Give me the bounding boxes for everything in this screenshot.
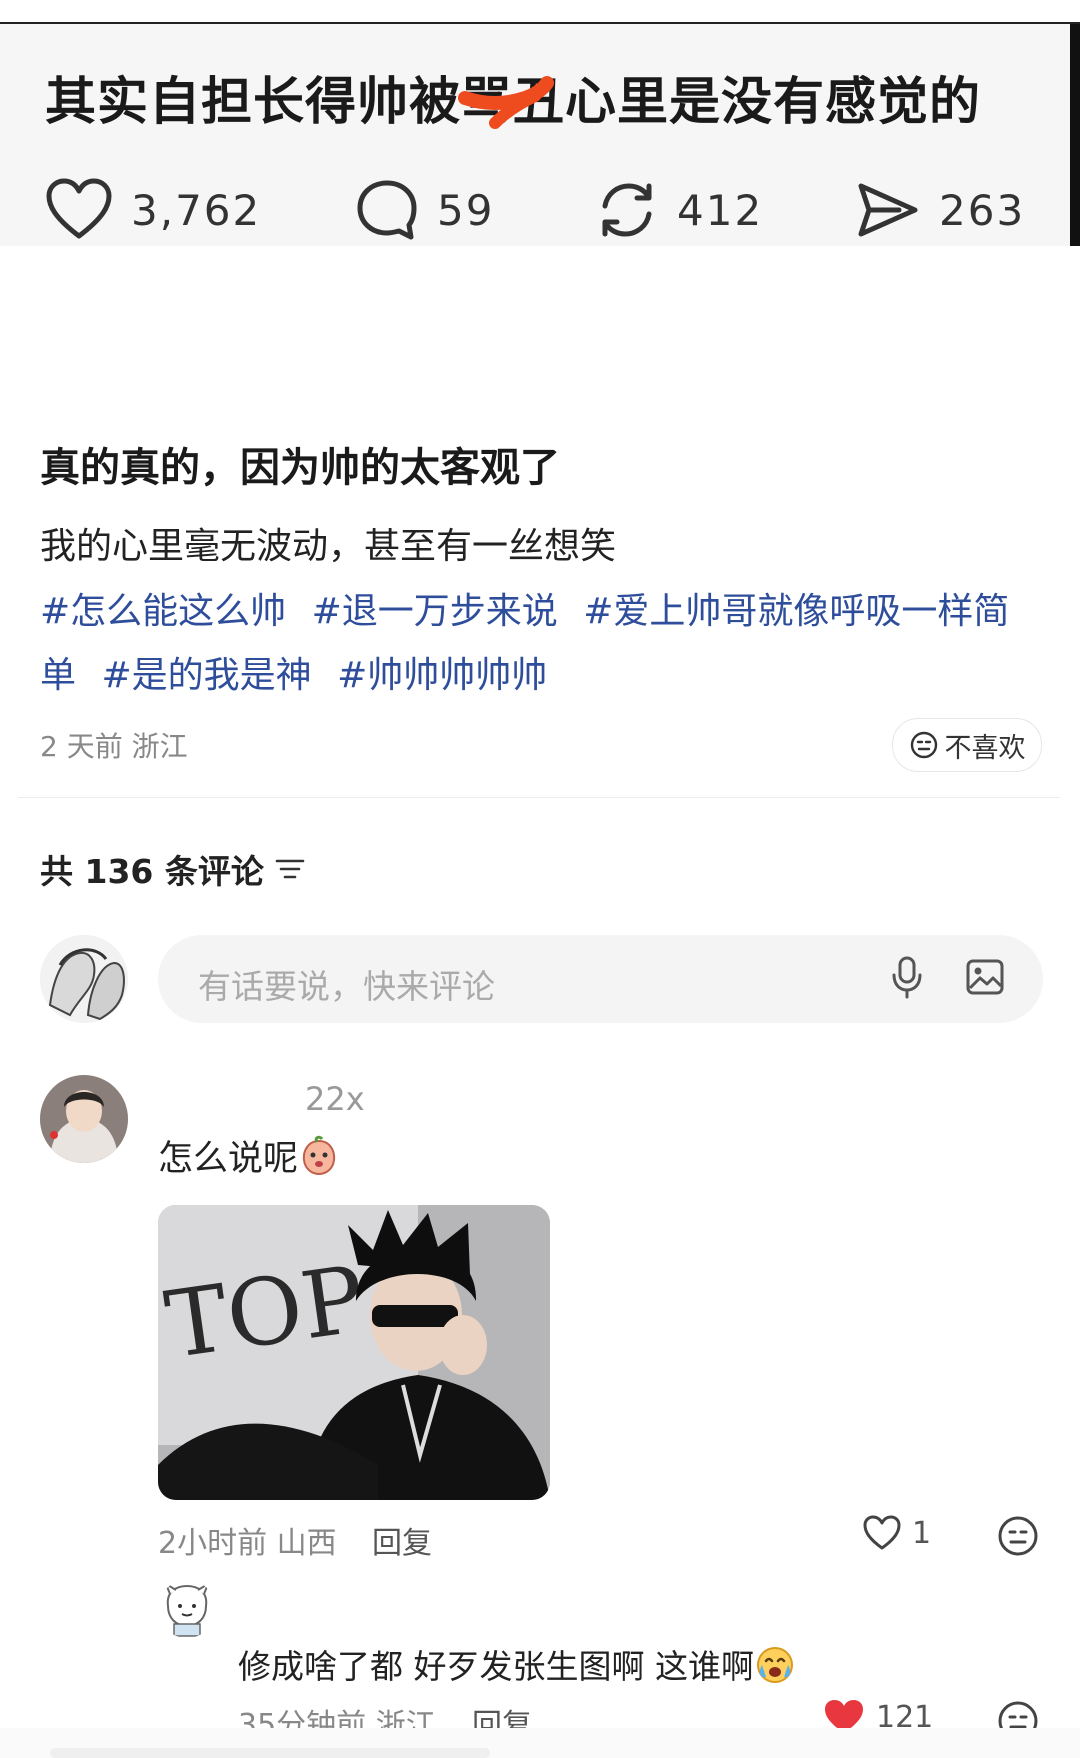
comment-like-button[interactable]: 1 [862, 1515, 931, 1551]
my-avatar [40, 935, 128, 1023]
crying-emoji-icon [756, 1647, 793, 1683]
comment-input-placeholder: 有话要说，快来评论 [198, 967, 495, 1006]
share-arrow-icon [858, 183, 918, 237]
dislike-label: 不喜欢 [944, 732, 1026, 764]
heart-icon [863, 1515, 901, 1550]
comment-attached-image[interactable]: TOP [158, 1205, 550, 1500]
commenter-avatar[interactable] [158, 1580, 216, 1638]
mic-icon[interactable] [890, 955, 924, 999]
heart-icon [46, 178, 112, 239]
comment-text-content: 修成啥了都 好歹发张生图啊 这谁啊 [238, 1647, 754, 1686]
repost-icon [602, 183, 652, 237]
dislike-button[interactable]: 不喜欢 [892, 718, 1042, 772]
cartoon-avatar-image [158, 1580, 216, 1638]
hashtag-link[interactable]: #怎么能这么帅 [40, 591, 286, 632]
filter-icon[interactable] [274, 856, 306, 882]
comment-text: 怎么说呢 [158, 1130, 340, 1181]
post-body: 我的心里毫无波动，甚至有一丝想笑 [40, 526, 617, 567]
like-button[interactable]: 3,762 [45, 170, 261, 250]
peach-emoji-icon [302, 1135, 336, 1175]
post-stats-bar: 3,762 59 412 263 [45, 170, 1055, 250]
comments-header: 共 136 条评论 [40, 845, 306, 893]
neutral-face-icon[interactable] [997, 1515, 1039, 1557]
like-count: 3,762 [131, 185, 262, 235]
commenter-avatar[interactable] [40, 1075, 128, 1163]
reply-button[interactable]: 回复 [372, 1518, 432, 1562]
avatar-photo [40, 1075, 128, 1163]
share-count: 263 [939, 185, 1026, 235]
post-tags: #怎么能这么帅 #退一万步来说 #爱上帅哥就像呼吸一样简单 #是的我是神 #帅帅… [40, 580, 1040, 708]
comment-count: 59 [437, 185, 495, 235]
red-scribble-annotation [458, 76, 554, 129]
comment-text-content: 怎么说呢 [158, 1139, 299, 1179]
comment-bubble-icon [357, 180, 417, 240]
comment-text: 修成啥了都 好歹发张生图啊 这谁啊 [238, 1640, 796, 1688]
share-button[interactable]: 263 [855, 170, 1025, 250]
comment-meta: 2小时前 山西 [158, 1526, 337, 1561]
image-icon[interactable] [965, 958, 1005, 996]
hashtag-link[interactable]: #退一万步来说 [312, 591, 558, 632]
repost-count: 412 [677, 185, 764, 235]
neutral-face-icon [910, 731, 937, 759]
repost-button[interactable]: 412 [595, 170, 763, 250]
comment-like-count: 1 [912, 1515, 932, 1551]
sketch-avatar-image [40, 935, 128, 1023]
hashtag-link[interactable]: #是的我是神 [101, 655, 311, 696]
bottom-input-bar[interactable] [50, 1748, 490, 1758]
comment-button[interactable]: 59 [355, 170, 494, 250]
post-meta: 2 天前 浙江 [40, 730, 188, 763]
scrollbar-edge [1070, 24, 1080, 246]
photo-top-sign: TOP [158, 1205, 550, 1500]
section-divider [18, 797, 1060, 798]
post-heading: 真的真的，因为帅的太客观了 [40, 445, 560, 491]
commenter-name[interactable]: 22x [305, 1080, 365, 1118]
hashtag-link[interactable]: #帅帅帅帅帅 [337, 655, 547, 696]
comments-count-label: 共 136 条评论 [40, 852, 264, 891]
